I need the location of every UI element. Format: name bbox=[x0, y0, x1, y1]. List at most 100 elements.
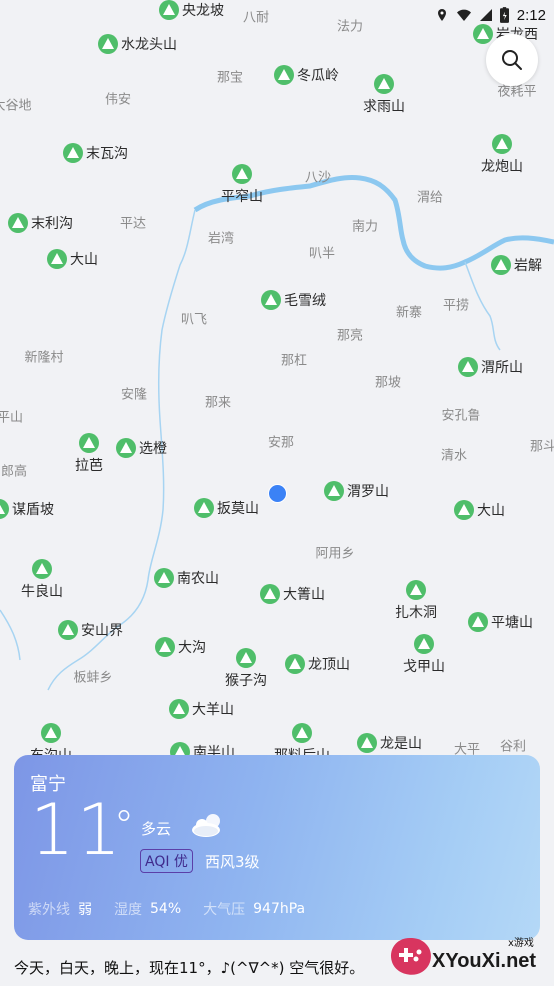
mountain-name: 扎木洞 bbox=[395, 605, 437, 621]
temperature-unit: ° bbox=[114, 803, 134, 849]
place-label: 安那 bbox=[267, 435, 295, 451]
mountain-marker[interactable]: 平窄山 bbox=[221, 164, 263, 206]
mountain-marker[interactable]: 大山 bbox=[47, 249, 98, 269]
mountain-name: 末利沟 bbox=[31, 216, 73, 232]
mountain-icon bbox=[406, 580, 426, 600]
watermark-small-text: x游戏 bbox=[508, 938, 534, 949]
place-label: 法力 bbox=[336, 19, 364, 35]
place-label: 安隆 bbox=[120, 387, 148, 403]
mountain-marker[interactable]: 选橙 bbox=[116, 438, 167, 458]
mountain-icon bbox=[232, 164, 252, 184]
place-label: 平山 bbox=[0, 410, 24, 426]
mountain-marker[interactable]: 龙是山 bbox=[357, 733, 422, 753]
mountain-marker[interactable]: 扳莫山 bbox=[194, 498, 259, 518]
mountain-name: 大山 bbox=[477, 503, 505, 519]
weather-stats: 紫外线 弱 湿度 54% 大气压 947hPa bbox=[28, 899, 319, 919]
mountain-icon bbox=[236, 648, 256, 668]
mountain-icon bbox=[468, 612, 488, 632]
mountain-icon bbox=[159, 0, 179, 20]
mountain-icon bbox=[357, 733, 377, 753]
cloud-icon bbox=[192, 814, 220, 837]
place-label: 叭飞 bbox=[180, 312, 208, 328]
mountain-marker[interactable]: 求雨山 bbox=[363, 74, 405, 116]
humidity-value: 54% bbox=[150, 901, 182, 917]
mountain-name: 安山界 bbox=[81, 623, 123, 639]
mountain-marker[interactable]: 谋盾坡 bbox=[0, 499, 54, 519]
mountain-marker[interactable]: 龙顶山 bbox=[285, 654, 350, 674]
place-label: 岩湾 bbox=[207, 231, 235, 247]
mountain-icon bbox=[458, 357, 478, 377]
mountain-name: 岩解 bbox=[514, 258, 542, 274]
mountain-icon bbox=[492, 134, 512, 154]
mountain-marker[interactable]: 末利沟 bbox=[8, 213, 73, 233]
mountain-name: 龙炮山 bbox=[481, 159, 523, 175]
mountain-marker[interactable]: 安山界 bbox=[58, 620, 123, 640]
humidity-label: 湿度 bbox=[114, 902, 142, 918]
aqi-badge: AQI 优 bbox=[140, 849, 193, 873]
place-label: 渭给 bbox=[416, 190, 444, 206]
mountain-marker[interactable]: 龙炮山 bbox=[481, 134, 523, 176]
place-label: 平捞 bbox=[442, 298, 470, 314]
mountain-marker[interactable]: 大沟 bbox=[155, 637, 206, 657]
mountain-marker[interactable]: 大箐山 bbox=[260, 584, 325, 604]
temperature: 11 bbox=[30, 789, 124, 871]
place-label: 安孔鲁 bbox=[441, 408, 481, 424]
place-label: 新隆村 bbox=[24, 350, 64, 366]
mountain-marker[interactable]: 毛雪绒 bbox=[261, 290, 326, 310]
weather-condition: 多云 bbox=[141, 820, 172, 838]
weather-card[interactable]: 富宁 11 ° 多云 AQI 优 西风3级 紫外线 弱 湿度 54% 大气压 9… bbox=[14, 755, 540, 940]
mountain-marker[interactable]: 岩解 bbox=[491, 255, 542, 275]
mountain-marker[interactable]: 水龙头山 bbox=[98, 34, 177, 54]
uv-label: 紫外线 bbox=[28, 902, 70, 918]
mountain-name: 龙是山 bbox=[380, 736, 422, 752]
mountain-marker[interactable]: 南农山 bbox=[154, 568, 219, 588]
mountain-name: 南农山 bbox=[177, 571, 219, 587]
mountain-marker[interactable]: 末瓦沟 bbox=[63, 143, 128, 163]
mountain-marker[interactable]: 平塘山 bbox=[468, 612, 533, 632]
mountain-marker[interactable]: 大山 bbox=[454, 500, 505, 520]
mountain-marker[interactable]: 猴子沟 bbox=[225, 648, 267, 690]
mountain-marker[interactable]: 大羊山 bbox=[169, 699, 234, 719]
mountain-marker[interactable]: 戈甲山 bbox=[403, 634, 445, 676]
mountain-icon bbox=[491, 255, 511, 275]
mountain-name: 求雨山 bbox=[363, 99, 405, 115]
search-button[interactable] bbox=[486, 34, 538, 86]
mountain-marker[interactable]: 牛良山 bbox=[21, 559, 63, 601]
mountain-marker[interactable]: 拉芭 bbox=[75, 433, 103, 475]
mountain-icon bbox=[0, 499, 9, 519]
mountain-marker[interactable]: 扎木洞 bbox=[395, 580, 437, 622]
mountain-icon bbox=[32, 559, 52, 579]
mountain-icon bbox=[261, 290, 281, 310]
place-label: 八耐 bbox=[242, 10, 270, 26]
mountain-icon bbox=[414, 634, 434, 654]
place-label: 那宝 bbox=[216, 70, 244, 86]
mountain-name: 冬瓜岭 bbox=[297, 68, 339, 84]
place-label: 八沙 bbox=[304, 170, 332, 186]
mountain-icon bbox=[374, 74, 394, 94]
mountain-icon bbox=[79, 433, 99, 453]
pressure-label: 大气压 bbox=[203, 902, 246, 918]
mountain-name: 龙顶山 bbox=[308, 657, 350, 673]
mountain-icon bbox=[98, 34, 118, 54]
mountain-marker[interactable]: 冬瓜岭 bbox=[274, 65, 339, 85]
place-label: 那坡 bbox=[374, 375, 402, 391]
mountain-icon bbox=[154, 568, 174, 588]
place-label: 那斗 bbox=[529, 439, 554, 455]
mountain-marker[interactable]: 渭罗山 bbox=[324, 481, 389, 501]
status-bar: 2:12 bbox=[436, 4, 546, 26]
mountain-icon bbox=[292, 723, 312, 743]
mountain-name: 平塘山 bbox=[491, 615, 533, 631]
mountain-marker[interactable]: 渭所山 bbox=[458, 357, 523, 377]
mountain-name: 水龙头山 bbox=[121, 37, 177, 53]
mountain-name: 央龙坡 bbox=[182, 3, 224, 19]
wifi-icon bbox=[456, 9, 471, 21]
mountain-marker[interactable]: 央龙坡 bbox=[159, 0, 224, 20]
search-icon bbox=[502, 50, 522, 70]
place-label: 谷利 bbox=[499, 739, 527, 755]
mountain-icon bbox=[260, 584, 280, 604]
mountain-name: 平窄山 bbox=[221, 189, 263, 205]
mountain-name: 大箐山 bbox=[283, 587, 325, 603]
place-label: 新寨 bbox=[395, 305, 423, 321]
place-label: 叭半 bbox=[308, 246, 336, 262]
mountain-icon bbox=[41, 723, 61, 743]
